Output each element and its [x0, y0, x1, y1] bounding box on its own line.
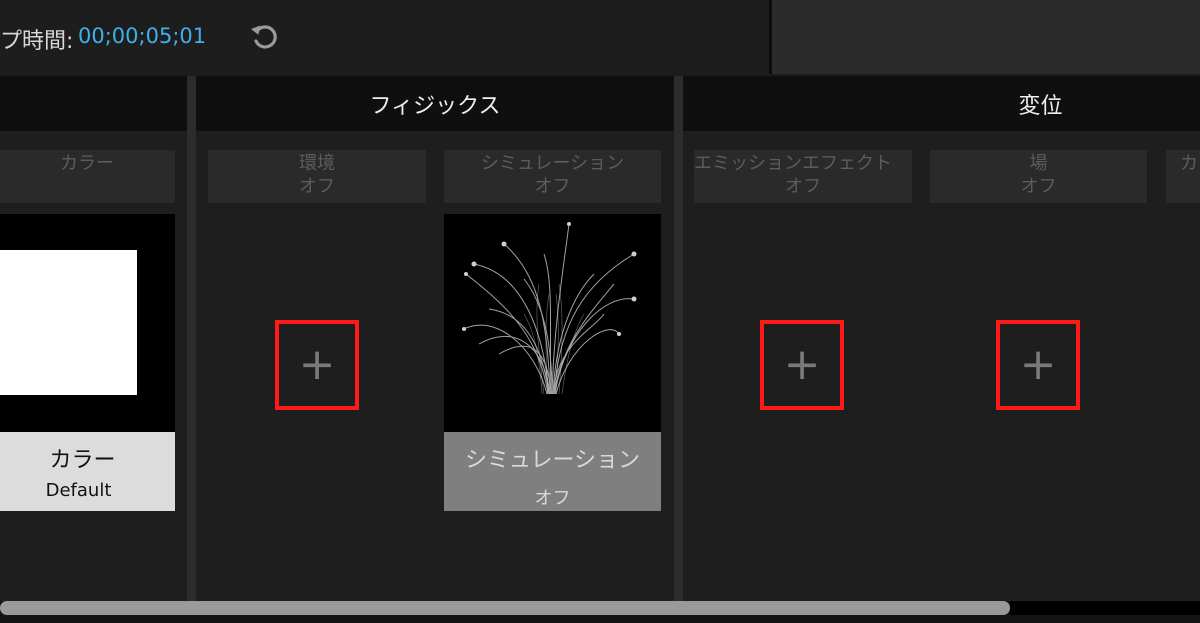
particle-fountain-image [462, 222, 637, 395]
slot-label-cutoff[interactable]: カ [1166, 150, 1200, 203]
simulation-card-caption[interactable]: シミュレーション オフ [444, 432, 661, 511]
preview-area [772, 0, 1200, 74]
add-environment-button[interactable]: + [275, 320, 359, 410]
timeline-controls: プ時間: 00;00;05;01 [0, 0, 769, 74]
column-header-transform: 変位 [683, 76, 1200, 131]
plus-icon: + [783, 339, 821, 390]
color-card-caption[interactable]: カラー Default [0, 432, 175, 511]
physics-title: フィジックス [369, 93, 501, 119]
white-swatch [0, 250, 137, 395]
undo-icon[interactable] [248, 21, 280, 53]
slot-label-field[interactable]: 場 オフ [930, 150, 1147, 203]
scrollbar-end [1010, 601, 1200, 615]
duration-label: プ時間: [0, 29, 74, 54]
column-header-physics: フィジックス [196, 76, 674, 131]
horizontal-scrollbar-thumb[interactable] [0, 601, 1010, 615]
column-separator [187, 76, 196, 601]
slot-label-environment[interactable]: 環境 オフ [208, 150, 426, 203]
color-thumbnail[interactable] [0, 214, 175, 432]
duration-value[interactable]: 00;00;05;01 [78, 24, 206, 48]
slot-label-color[interactable]: カラー [0, 150, 175, 203]
plus-icon: + [298, 339, 336, 390]
column-header-left [0, 76, 187, 131]
slot-label-emitter[interactable]: エミッションエフェクト オフ [694, 150, 912, 203]
top-bar: プ時間: 00;00;05;01 [0, 0, 1200, 74]
add-emitter-button[interactable]: + [760, 320, 844, 410]
slot-label-simulation[interactable]: シミュレーション オフ [444, 150, 661, 203]
transform-title: 変位 [1018, 93, 1063, 119]
column-separator [674, 76, 683, 601]
plus-icon: + [1019, 339, 1057, 390]
simulation-thumbnail[interactable] [444, 214, 661, 432]
add-field-button[interactable]: + [996, 320, 1080, 410]
